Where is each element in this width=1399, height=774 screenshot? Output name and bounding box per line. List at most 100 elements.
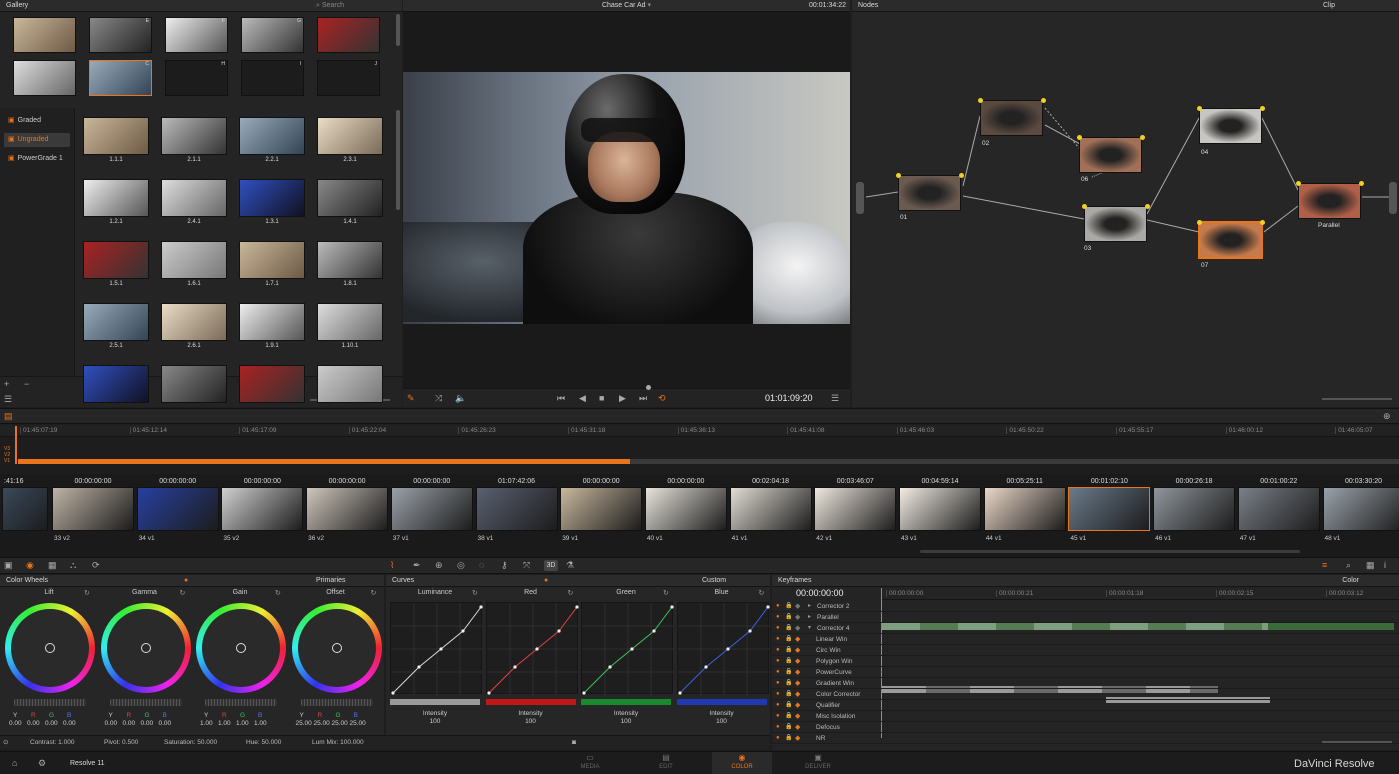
grid-still-thumbnail[interactable]: [317, 365, 383, 403]
curve-intensity-value[interactable]: 100: [677, 718, 767, 725]
grid-still-thumbnail[interactable]: [239, 179, 305, 217]
keyframe-diamond-icon[interactable]: ◆: [795, 678, 800, 689]
keyframe-row[interactable]: ● 🔒 ◆ Polygon Win: [772, 656, 1399, 667]
keyframe-dot-icon[interactable]: ●: [776, 656, 780, 667]
keyframe-diamond-icon[interactable]: ◆: [795, 623, 800, 634]
node-port-dot[interactable]: [959, 173, 964, 178]
grid-still-thumbnail[interactable]: [161, 241, 227, 279]
wheel-channel-value[interactable]: 1.00: [218, 720, 231, 727]
still-thumbnail[interactable]: E: [89, 17, 152, 53]
still-thumbnail[interactable]: [13, 60, 76, 96]
curve-graph-blue[interactable]: [676, 602, 770, 695]
keyframe-dot-icon[interactable]: ●: [776, 634, 780, 645]
node-input-handle[interactable]: [856, 182, 864, 214]
grid-still-thumbnail[interactable]: [161, 179, 227, 217]
wheel-channel-value[interactable]: 1.00: [236, 720, 249, 727]
expand-arrow-icon[interactable]: ▾: [808, 623, 811, 634]
keyframe-dot-icon[interactable]: ●: [776, 678, 780, 689]
contrast-value[interactable]: Contrast: 1.000: [30, 736, 74, 750]
curve-intensity-bar[interactable]: [390, 699, 480, 705]
grid-still-thumbnail[interactable]: [161, 117, 227, 155]
still-thumbnail[interactable]: C: [89, 60, 152, 96]
clip-thumbnail[interactable]: [52, 487, 134, 531]
still-thumbnail[interactable]: [13, 17, 76, 53]
grid-still-thumbnail[interactable]: [239, 303, 305, 341]
stills-scrollbar[interactable]: [396, 14, 400, 46]
grid-still-thumbnail[interactable]: [83, 179, 149, 217]
wheel-channel-value[interactable]: 25.00: [332, 720, 348, 727]
clip-thumbnail[interactable]: [1237, 487, 1320, 531]
grid-still-thumbnail[interactable]: [83, 303, 149, 341]
lummix-value[interactable]: Lum Mix: 100.000: [312, 736, 364, 750]
remove-album-button[interactable]: −: [24, 378, 29, 390]
lock-icon[interactable]: 🔒: [785, 601, 792, 612]
album-item[interactable]: ▣ Graded: [4, 114, 70, 128]
clip-thumbnail[interactable]: [899, 487, 981, 531]
wheel-channel-value[interactable]: 0.00: [141, 720, 154, 727]
clip-thumbnail[interactable]: [1153, 487, 1236, 531]
node-output-handle[interactable]: [1389, 182, 1397, 214]
sizing-icon[interactable]: ⤧: [523, 559, 530, 571]
curve-intensity-bar[interactable]: [485, 699, 576, 705]
tracker-icon[interactable]: ◎: [457, 559, 465, 571]
keyframes-mode[interactable]: Color: [1342, 575, 1359, 587]
keyframe-diamond-icon[interactable]: ◆: [795, 711, 800, 722]
album-item[interactable]: ▣ Ungraded: [4, 133, 70, 147]
keyframe-dot-icon[interactable]: ●: [776, 733, 780, 744]
keyframe-diamond-icon[interactable]: ◆: [795, 601, 800, 612]
lock-icon[interactable]: 🔒: [785, 700, 792, 711]
keyframe-diamond-icon[interactable]: ◆: [795, 667, 800, 678]
grid-still-thumbnail[interactable]: [317, 179, 383, 217]
hue-value[interactable]: Hue: 50.000: [246, 736, 281, 750]
skip-start-icon[interactable]: ⏮: [557, 392, 565, 404]
page-tab-deliver[interactable]: ▣ DELIVER: [788, 752, 848, 774]
viewer-options-icon[interactable]: ☰: [831, 392, 839, 404]
grid-still-thumbnail[interactable]: [161, 303, 227, 341]
page-tab-edit[interactable]: ▤ EDIT: [636, 752, 696, 774]
zoom-search-icon[interactable]: ⌕: [1346, 559, 1351, 571]
timeline-options-icon[interactable]: ⊕: [1383, 410, 1391, 422]
keyframe-row[interactable]: ● 🔒 ◆ PowerCurve: [772, 667, 1399, 678]
wheel-reset-icon[interactable]: ↻: [84, 589, 90, 597]
wheel-reset-icon[interactable]: ↻: [180, 589, 186, 597]
wheel-channel-value[interactable]: 0.00: [27, 720, 40, 727]
node-port-dot[interactable]: [1140, 135, 1145, 140]
keyframe-row[interactable]: ● 🔒 ◆ ▸ Corrector 2: [772, 601, 1399, 612]
wheel-channel-value[interactable]: 0.00: [105, 720, 118, 727]
wheel-channel-value[interactable]: 0.00: [9, 720, 22, 727]
album-item[interactable]: ▣ PowerGrade 1: [4, 152, 70, 166]
keyframe-dot-icon[interactable]: ●: [776, 711, 780, 722]
grid-scrollbar[interactable]: [396, 110, 400, 210]
node-port-dot[interactable]: [1260, 106, 1265, 111]
node-2[interactable]: [978, 98, 1046, 136]
keyframe-dot-icon[interactable]: ●: [776, 700, 780, 711]
play-icon[interactable]: ▶: [619, 392, 626, 404]
keyframe-dot-icon[interactable]: ●: [776, 601, 780, 612]
grid-still-thumbnail[interactable]: [239, 365, 305, 403]
lock-icon[interactable]: 🔒: [785, 656, 792, 667]
home-icon[interactable]: ⌂: [12, 757, 17, 769]
shuffle-icon[interactable]: ⤨: [435, 392, 442, 404]
still-thumbnail[interactable]: H: [165, 60, 228, 96]
timeline-clip-bar[interactable]: [18, 459, 630, 464]
clip-thumbnail[interactable]: [983, 487, 1066, 531]
curve-intensity-bar[interactable]: [676, 699, 767, 705]
wheel-master-slider[interactable]: [205, 699, 277, 706]
clip-thumbnail[interactable]: [136, 487, 219, 531]
node-6[interactable]: [1197, 220, 1265, 258]
clip-thumbnail[interactable]: [729, 487, 812, 531]
keyframe-row[interactable]: ● 🔒 ◆ Gradient Win: [772, 678, 1399, 689]
wheel-channel-value[interactable]: 25.00: [314, 720, 330, 727]
grid-still-thumbnail[interactable]: [317, 241, 383, 279]
grid-still-thumbnail[interactable]: [161, 365, 227, 403]
expand-arrow-icon[interactable]: ▸: [808, 612, 811, 623]
grid-still-thumbnail[interactable]: [83, 117, 149, 155]
wheel-channel-value[interactable]: 0.00: [159, 720, 172, 727]
page-tab-media[interactable]: ▭ MEDIA: [560, 752, 620, 774]
grid-still-thumbnail[interactable]: [317, 117, 383, 155]
node-1[interactable]: [896, 173, 964, 211]
keyframe-diamond-icon[interactable]: ◆: [795, 612, 800, 623]
lock-icon[interactable]: 🔒: [785, 623, 792, 634]
keyframe-row[interactable]: ● 🔒 ◆ ▾ Corrector 4: [772, 623, 1399, 634]
keyframe-dot-icon[interactable]: ●: [776, 623, 780, 634]
